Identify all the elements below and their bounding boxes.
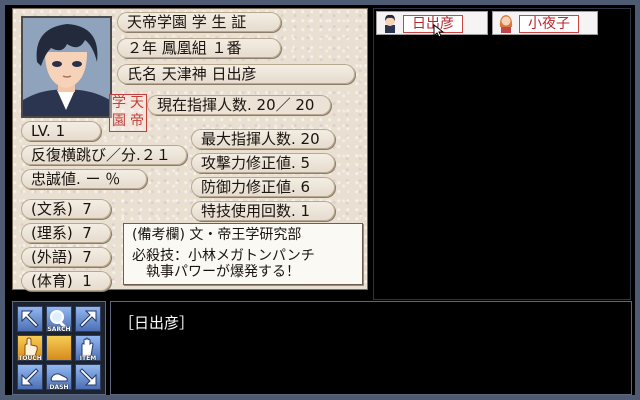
stamp-char: 園 xyxy=(112,113,126,129)
subject-value: 1 xyxy=(82,272,92,290)
diagonal-arrow-up-right-button[interactable] xyxy=(75,306,101,332)
party-tab-hidehiko[interactable]: 日出彦 xyxy=(376,11,488,38)
subject-label: 文系 xyxy=(36,200,67,218)
command-label: ITEM xyxy=(79,355,97,362)
search-button[interactable]: SARCH xyxy=(46,306,72,333)
mouse-cursor-icon xyxy=(433,24,445,38)
diagonal-arrow-down-right-button[interactable] xyxy=(75,364,101,390)
loyalty-stat: 忠誠値. ー ％ xyxy=(21,169,147,189)
message-window[interactable]: ［日出彦］ xyxy=(110,301,632,395)
remarks-label: 備考欄 xyxy=(137,227,180,243)
command-label: SARCH xyxy=(47,326,71,333)
repeat-jump-stat: 反復横跳び／分.２１ xyxy=(21,145,187,165)
stamp-char: 帝 xyxy=(130,113,144,129)
subject-value: 7 xyxy=(82,200,92,218)
subject-label: 理系 xyxy=(36,224,67,242)
arrow-up-left-icon xyxy=(21,310,39,328)
character-portrait xyxy=(21,16,112,118)
remarks-value: 文・帝王学研究部 xyxy=(189,227,302,243)
current-command-count: 現在指揮人数. 20／ 20 xyxy=(147,95,331,115)
subject-label: 外語 xyxy=(36,248,67,266)
arrow-down-right-icon xyxy=(79,368,97,386)
subject-value: 7 xyxy=(82,224,92,242)
party-tab-sayoko[interactable]: 小夜子 xyxy=(492,11,598,35)
school-title: 天帝学園 学 生 証 xyxy=(117,12,281,32)
student-id-card: 学 天 園 帝 天帝学園 学 生 証 ２年 鳳凰組 １番 氏名 天津神 日出彦 … xyxy=(12,8,368,291)
stamp-char: 学 xyxy=(112,95,126,111)
arrow-up-right-icon xyxy=(79,310,97,328)
item-button[interactable]: ITEM xyxy=(75,335,101,362)
subject-value: 7 xyxy=(82,248,92,266)
special-move: 必殺技：小林メガトンパンチ xyxy=(132,248,315,264)
touch-button[interactable]: TOUCH xyxy=(17,335,43,362)
center-button[interactable] xyxy=(46,335,72,361)
max-command-stat: 最大指揮人数. 20 xyxy=(191,129,335,149)
party-panel: 日出彦 小夜子 xyxy=(373,8,631,300)
subject-humanities: (文系) 7 xyxy=(21,199,111,219)
class-line: ２年 鳳凰組 １番 xyxy=(117,38,281,58)
girl-avatar-icon xyxy=(499,15,513,33)
remarks-box: (備考欄) 文・帝王学研究部 必殺技：小林メガトンパンチ 執事パワーが爆発する！ xyxy=(123,223,363,285)
boy-avatar-icon xyxy=(385,14,395,33)
subject-science: (理系) 7 xyxy=(21,223,111,243)
level: LV. 1 xyxy=(21,121,101,141)
command-label: TOUCH xyxy=(18,355,42,362)
remarks-line: (備考欄) 文・帝王学研究部 xyxy=(132,227,302,243)
message-speaker: ［日出彦］ xyxy=(119,314,195,332)
subject-label: 体育 xyxy=(36,272,67,290)
stamp-char: 天 xyxy=(130,95,144,111)
party-name: 小夜子 xyxy=(519,15,579,33)
attack-mod-stat: 攻撃力修正値. 5 xyxy=(191,153,335,173)
command-label: DASH xyxy=(49,384,69,391)
subject-pe: (体育) 1 xyxy=(21,271,111,291)
command-panel: SARCH TOUCH ITEM DASH xyxy=(12,301,106,395)
diagonal-arrow-down-left-button[interactable] xyxy=(17,364,43,390)
defense-mod-stat: 防御力修正値. 6 xyxy=(191,177,335,197)
special-move-description: 執事パワーが爆発する！ xyxy=(146,264,300,280)
skill-uses-stat: 特技使用回数. 1 xyxy=(191,201,335,221)
name-line: 氏名 天津神 日出彦 xyxy=(117,64,355,84)
arrow-down-left-icon xyxy=(21,368,39,386)
subject-foreign-language: (外語) 7 xyxy=(21,247,111,267)
dash-button[interactable]: DASH xyxy=(46,364,72,391)
diagonal-arrow-up-left-button[interactable] xyxy=(17,306,43,332)
school-seal-stamp: 学 天 園 帝 xyxy=(109,94,147,132)
